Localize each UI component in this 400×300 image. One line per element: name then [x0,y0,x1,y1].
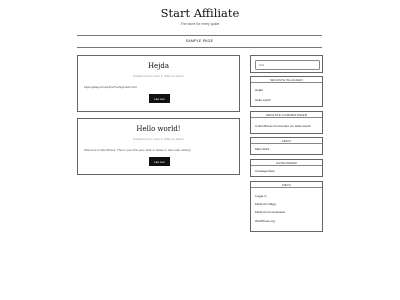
widget-heading: ARKIV [251,138,322,144]
post-meta: Publicerat den mars 9, 2021 av admin [133,137,184,141]
widget-heading: SENASTE KOMMENTARER [251,112,322,118]
read-more-button[interactable]: Läs mer [149,94,170,103]
archive-link[interactable]: Mars 2021 [255,147,269,151]
post-card: Hejda Publicerat den mars 9, 2021 av adm… [77,55,240,112]
archive-widget: ARKIV Mars 2021 [250,137,323,155]
widget-heading: META [251,182,322,188]
meta-link-comments-feed[interactable]: Flöde för kommentarer [255,210,285,214]
search-widget [250,55,323,73]
post-excerpt: Welcome to WordPress. This is your first… [84,148,191,152]
meta-link-login[interactable]: Logga in [255,194,267,198]
widget-heading: SENASTE INLÄGGEN [251,77,322,83]
read-more-button[interactable]: Läs mer [149,157,170,166]
meta-link-wordpress-org[interactable]: WordPress.org [255,219,275,223]
post-excerpt: bajlsngklagnvbnebjnlvrlhvdsgbnlvbmlvd [84,85,137,89]
recent-comment-link[interactable]: A WordPress Commenter om Hello world! [255,124,310,128]
category-link[interactable]: Uncategorized [255,169,274,173]
post-title[interactable]: Hejda [78,62,239,70]
widget-heading: KATEGORIER [251,160,322,166]
post-title[interactable]: Hello world! [78,125,239,133]
nav-divider-bottom [77,47,322,48]
recent-post-link[interactable]: Hejda [255,88,263,92]
nav-divider-top [77,35,322,36]
meta-widget: META Logga in Flöde för inlägg Flöde för… [250,181,323,232]
post-card: Hello world! Publicerat den mars 9, 2021… [77,118,240,175]
nav-item-sample-page[interactable]: SAMPLE PAGE [77,39,322,43]
site-title[interactable]: Start Affiliate [0,6,400,20]
recent-post-link[interactable]: Hello world! [255,98,271,102]
post-meta: Publicerat den mars 9, 2021 av admin [133,74,184,78]
categories-widget: KATEGORIER Uncategorized [250,159,323,177]
recent-posts-widget: SENASTE INLÄGGEN Hejda Hello world! [250,76,323,107]
search-input[interactable] [255,60,320,70]
site-description: The store for every guide [180,22,220,26]
meta-link-posts-feed[interactable]: Flöde för inlägg [255,202,276,206]
recent-comments-widget: SENASTE KOMMENTARER A WordPress Commente… [250,111,323,134]
